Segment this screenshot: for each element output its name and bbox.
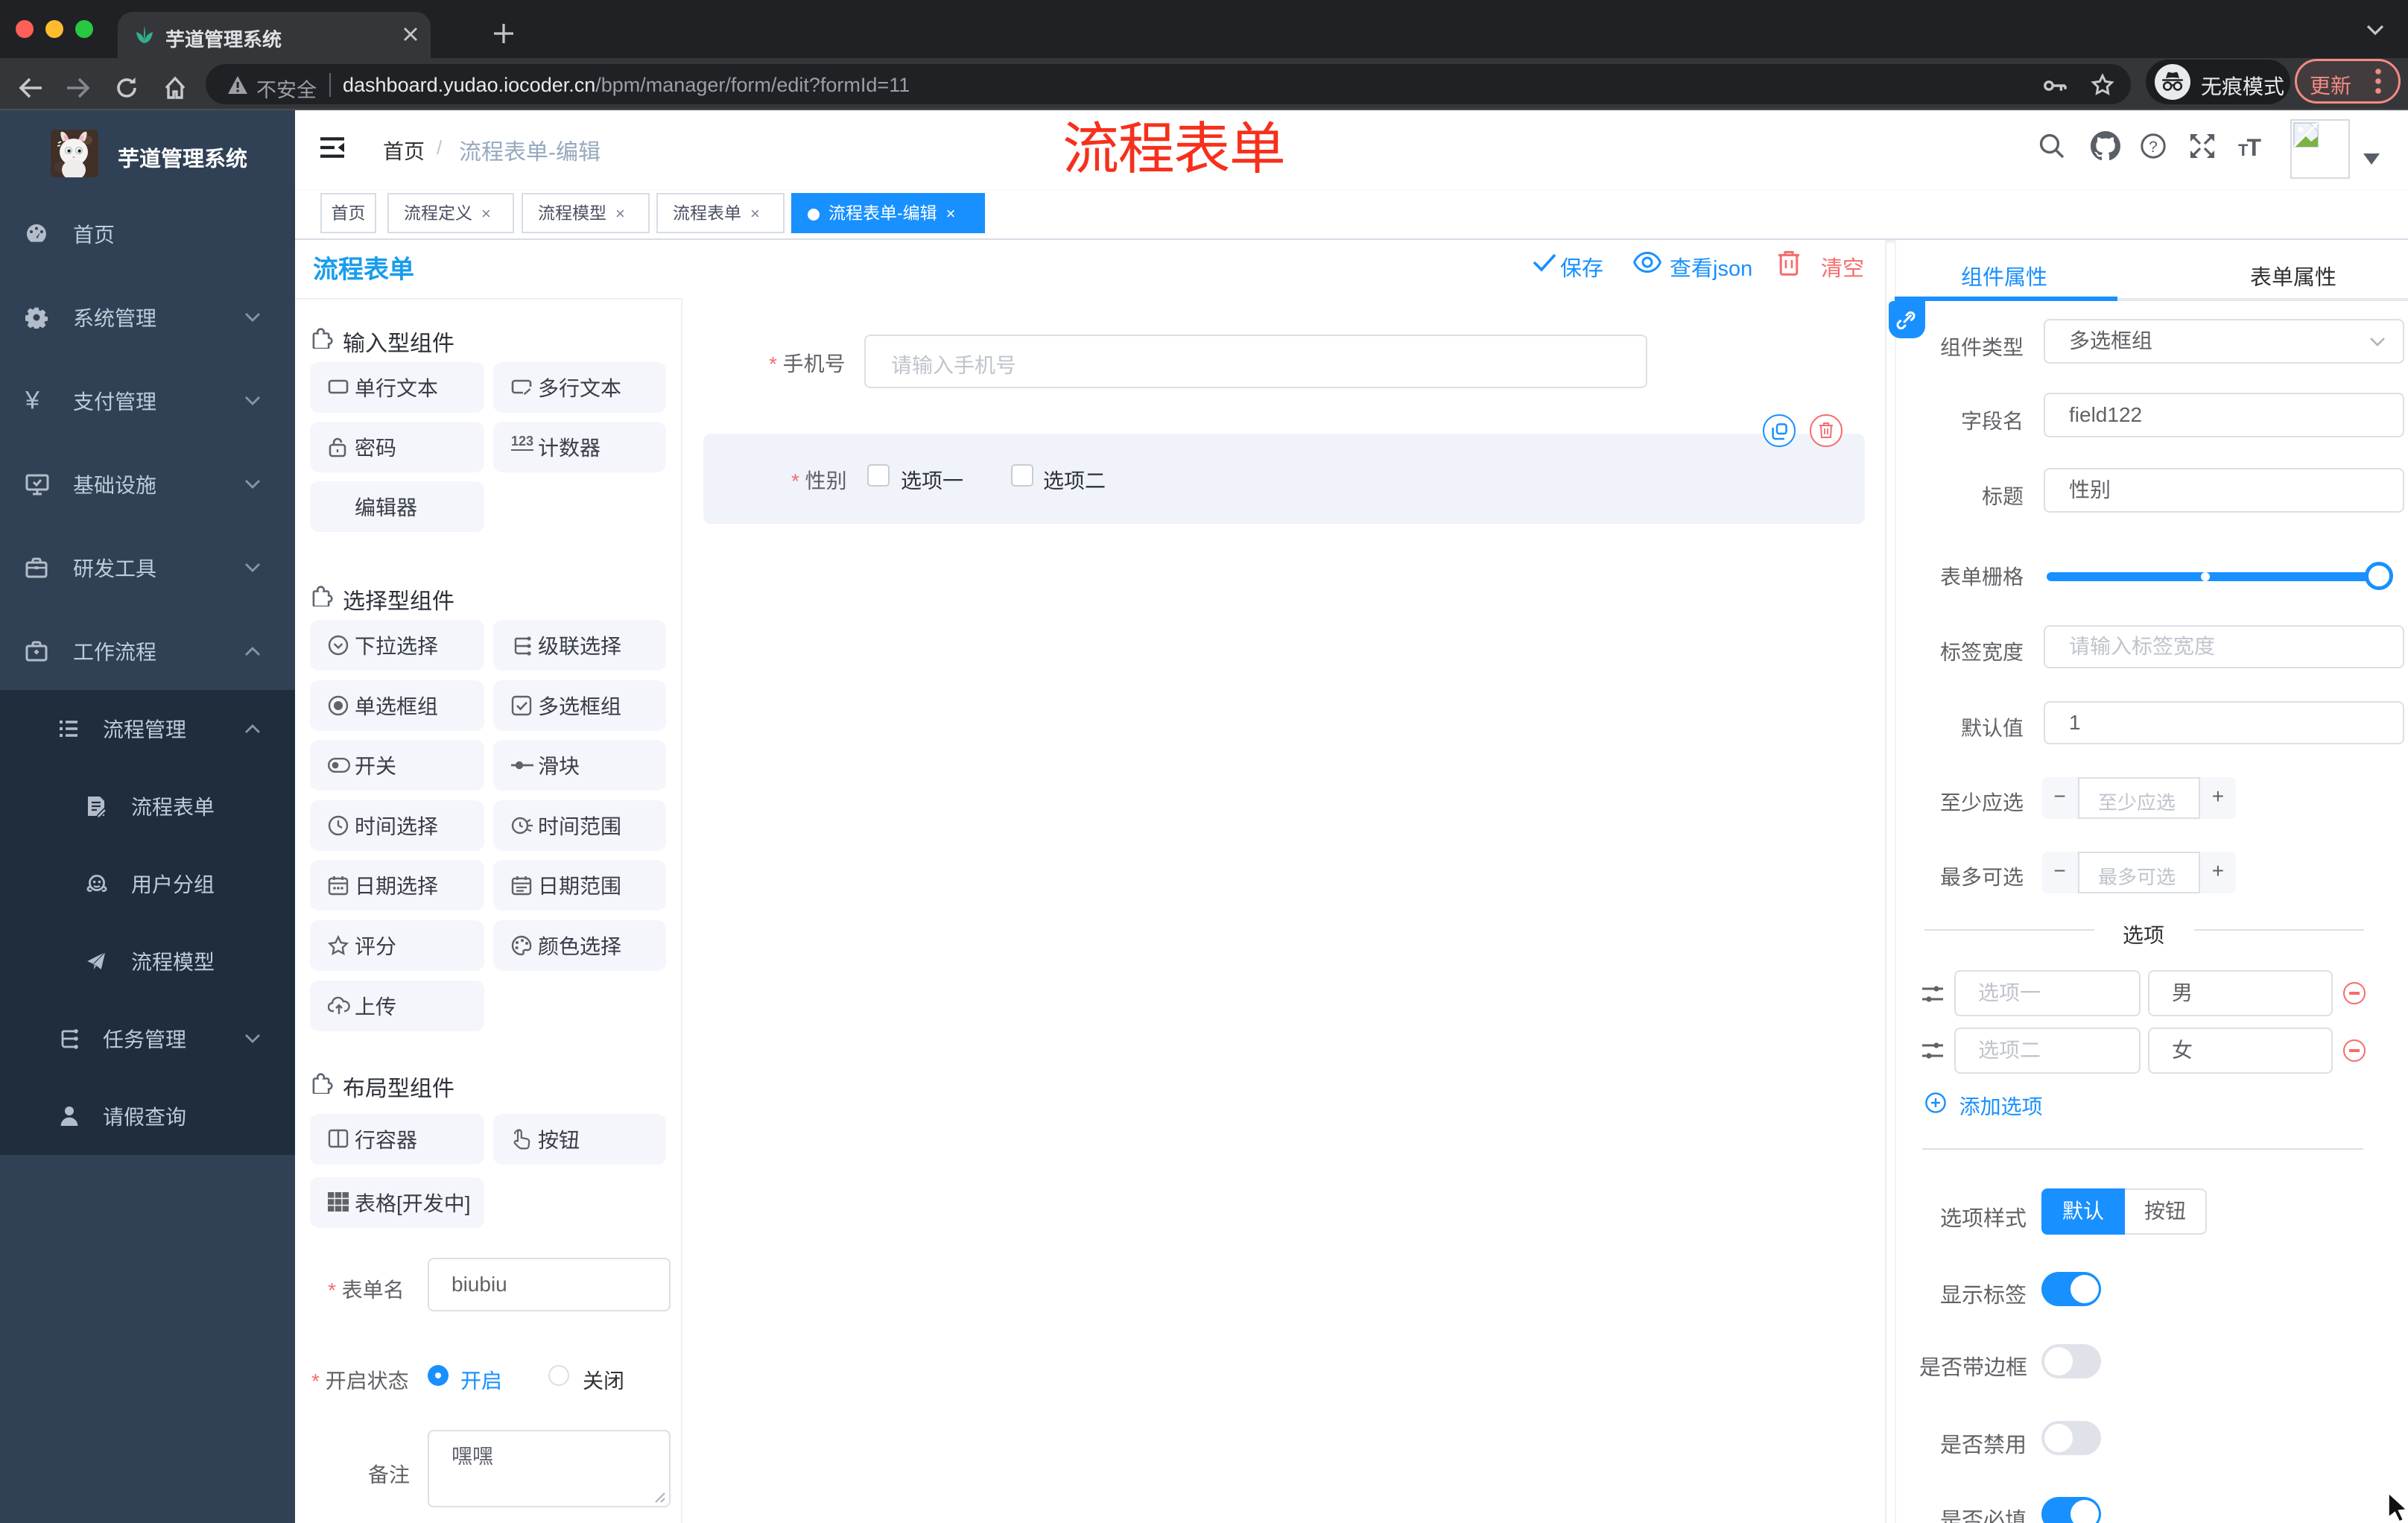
svg-text:?: ? [2149, 139, 2158, 156]
